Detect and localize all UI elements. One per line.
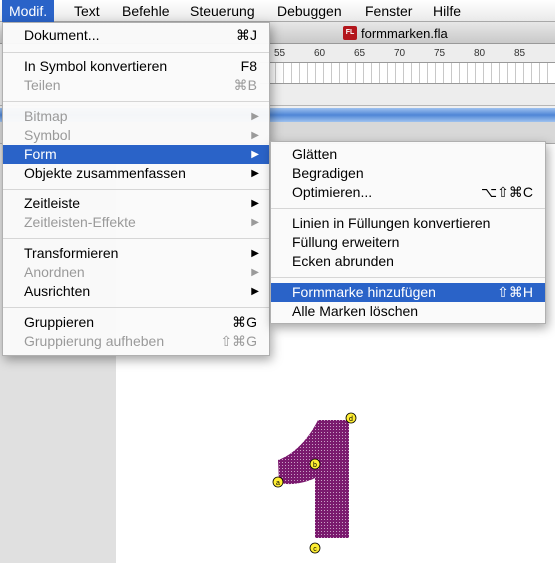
menu-item-label: Gruppierung aufheben — [24, 333, 165, 349]
menu-item-dokument[interactable]: Dokument... ⌘J — [3, 26, 269, 45]
menu-item-anordnen: Anordnen ▶ — [3, 263, 269, 282]
menu-steuerung[interactable]: Steuerung — [183, 0, 262, 22]
menu-bar: Modif. Text Befehle Steuerung Debuggen F… — [0, 0, 555, 22]
menu-item-teilen: Teilen ⌘B — [3, 76, 269, 95]
menu-item-shortcut: F8 — [240, 58, 257, 74]
document-name: formmarken.fla — [361, 25, 448, 41]
menu-item-objekte-zusammenfassen[interactable]: Objekte zusammenfassen ▶ — [3, 164, 269, 183]
shape-hint-c[interactable]: c — [309, 542, 321, 554]
menu-separator — [3, 52, 269, 53]
ruler-tick: 80 — [474, 48, 486, 59]
menu-item-shortcut: ⌥⇧⌘C — [481, 184, 533, 200]
menu-item-shortcut: ⇧⌘H — [497, 284, 533, 300]
menu-item-label: Objekte zusammenfassen — [24, 165, 186, 181]
submenu-arrow-icon: ▶ — [251, 217, 259, 228]
shape-hint-b[interactable]: b — [309, 458, 321, 470]
menu-text[interactable]: Text — [67, 0, 107, 22]
menu-item-label: Teilen — [24, 77, 61, 93]
menu-item-gruppieren[interactable]: Gruppieren ⌘G — [3, 313, 269, 332]
menu-separator — [3, 189, 269, 190]
menu-item-alle-marken-loeschen[interactable]: Alle Marken löschen — [271, 302, 545, 321]
menu-item-label: Ecken abrunden — [292, 253, 394, 269]
menu-item-label: Begradigen — [292, 165, 364, 181]
submenu-arrow-icon: ▶ — [251, 286, 259, 297]
ruler-tick: 75 — [434, 48, 446, 59]
ruler-tick: 55 — [274, 48, 286, 59]
ruler-tick: 65 — [354, 48, 366, 59]
frame-cells[interactable] — [260, 62, 555, 84]
submenu-arrow-icon: ▶ — [251, 149, 259, 160]
menu-item-label: Füllung erweitern — [292, 234, 400, 250]
menu-item-label: Dokument... — [24, 27, 100, 43]
menu-item-formmarke-hinzufuegen[interactable]: Formmarke hinzufügen ⇧⌘H — [271, 283, 545, 302]
menu-item-label: Gruppieren — [24, 314, 95, 330]
menu-modify[interactable]: Modif. — [2, 0, 55, 22]
menu-separator — [3, 307, 269, 308]
menu-item-label: Symbol — [24, 127, 71, 143]
submenu-arrow-icon: ▶ — [251, 267, 259, 278]
digit-one-shape[interactable]: a b c d — [258, 390, 368, 560]
menu-item-label: Optimieren... — [292, 184, 373, 200]
menu-item-symbol: Symbol ▶ — [3, 126, 269, 145]
menu-item-zeitleiste[interactable]: Zeitleiste ▶ — [3, 194, 269, 213]
menu-item-label: Linien in Füllungen konvertieren — [292, 215, 491, 231]
menu-hilfe[interactable]: Hilfe — [426, 0, 468, 22]
form-submenu: Glätten Begradigen Optimieren... ⌥⇧⌘C Li… — [270, 141, 546, 324]
menu-item-label: Formmarke hinzufügen — [292, 284, 436, 300]
ruler-tick: 85 — [514, 48, 526, 59]
shape-hint-a-label: a — [276, 480, 280, 487]
menu-befehle[interactable]: Befehle — [115, 0, 176, 22]
menu-item-label: Zeitleiste — [24, 195, 81, 211]
menu-separator — [3, 238, 269, 239]
menu-item-shortcut: ⇧⌘G — [220, 333, 257, 349]
document-title: FL formmarken.fla — [343, 22, 448, 44]
ruler-tick: 70 — [394, 48, 406, 59]
shape-hint-b-label: b — [313, 462, 317, 469]
menu-item-bitmap: Bitmap ▶ — [3, 107, 269, 126]
menu-item-label: Glätten — [292, 146, 338, 162]
menu-item-form[interactable]: Form ▶ — [3, 145, 269, 164]
menu-item-ausrichten[interactable]: Ausrichten ▶ — [3, 282, 269, 301]
submenu-arrow-icon: ▶ — [251, 130, 259, 141]
shape-hint-d[interactable]: d — [345, 412, 357, 424]
menu-item-glaetten[interactable]: Glätten — [271, 145, 545, 164]
menu-item-label: Anordnen — [24, 264, 85, 280]
ruler-tick: 60 — [314, 48, 326, 59]
menu-separator — [3, 101, 269, 102]
menu-separator — [271, 277, 545, 278]
submenu-arrow-icon: ▶ — [251, 168, 259, 179]
menu-item-label: Alle Marken löschen — [292, 303, 419, 319]
menu-item-shortcut: ⌘J — [236, 27, 257, 43]
menu-item-zeitleisten-effekte: Zeitleisten-Effekte ▶ — [3, 213, 269, 232]
menu-item-gruppierung-aufheben: Gruppierung aufheben ⇧⌘G — [3, 332, 269, 351]
menu-item-shortcut: ⌘G — [232, 314, 257, 330]
menu-item-label: Ausrichten — [24, 283, 91, 299]
menu-item-in-symbol-konvertieren[interactable]: In Symbol konvertieren F8 — [3, 57, 269, 76]
menu-item-label: Bitmap — [24, 108, 68, 124]
menu-fenster[interactable]: Fenster — [358, 0, 419, 22]
modify-menu: Dokument... ⌘J In Symbol konvertieren F8… — [2, 22, 270, 356]
menu-item-linien-in-fuellungen[interactable]: Linien in Füllungen konvertieren — [271, 214, 545, 233]
menu-item-label: Form — [24, 146, 57, 162]
menu-item-label: Zeitleisten-Effekte — [24, 214, 136, 230]
menu-item-optimieren[interactable]: Optimieren... ⌥⇧⌘C — [271, 183, 545, 202]
submenu-arrow-icon: ▶ — [251, 248, 259, 259]
menu-item-transformieren[interactable]: Transformieren ▶ — [3, 244, 269, 263]
menu-separator — [271, 208, 545, 209]
menu-item-label: Transformieren — [24, 245, 119, 261]
menu-item-shortcut: ⌘B — [233, 77, 257, 93]
menu-item-ecken-abrunden[interactable]: Ecken abrunden — [271, 252, 545, 271]
menu-debuggen[interactable]: Debuggen — [270, 0, 349, 22]
menu-item-label: In Symbol konvertieren — [24, 58, 168, 74]
shape-hint-a[interactable]: a — [272, 476, 284, 488]
menu-item-begradigen[interactable]: Begradigen — [271, 164, 545, 183]
flash-file-icon: FL — [343, 26, 357, 40]
shape-hint-c-label: c — [313, 546, 317, 553]
shape-hint-d-label: d — [349, 416, 353, 423]
submenu-arrow-icon: ▶ — [251, 111, 259, 122]
submenu-arrow-icon: ▶ — [251, 198, 259, 209]
menu-item-fuellung-erweitern[interactable]: Füllung erweitern — [271, 233, 545, 252]
shape-body — [278, 420, 349, 538]
